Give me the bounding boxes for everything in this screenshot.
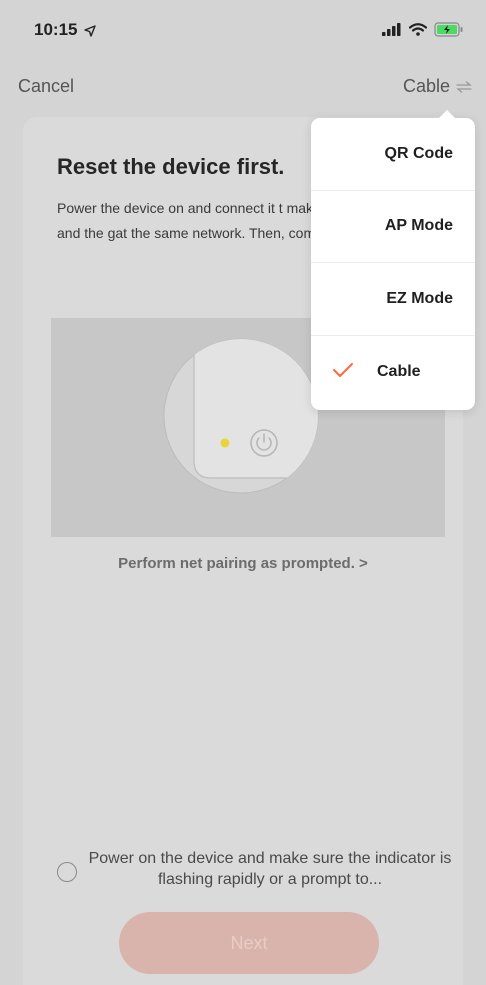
location-arrow-icon — [84, 24, 96, 37]
switch-arrows-icon — [456, 80, 472, 93]
page-title: Reset the device first. — [57, 154, 285, 179]
confirm-row[interactable]: Power on the device and make sure the in… — [55, 848, 455, 898]
menu-item-ez-mode[interactable]: EZ Mode — [311, 263, 475, 336]
menu-item-qr-code[interactable]: QR Code — [311, 118, 475, 191]
next-button[interactable]: Next — [119, 912, 379, 974]
screen: 10:15 Cancel Cable Reset the device firs… — [0, 0, 486, 985]
cancel-button[interactable]: Cancel — [18, 76, 74, 97]
menu-item-ap-mode[interactable]: AP Mode — [311, 191, 475, 263]
confirm-radio[interactable] — [57, 862, 77, 882]
wifi-icon — [409, 23, 427, 36]
battery-charging-icon — [434, 22, 463, 37]
status-time: 10:15 — [34, 20, 96, 40]
status-time-text: 10:15 — [34, 20, 78, 39]
status-bar: 10:15 — [0, 0, 486, 60]
confirm-text: Power on the device and make sure the in… — [88, 850, 452, 888]
menu-item-label: AP Mode — [384, 217, 453, 235]
mode-dropdown-menu: QR Code AP Mode EZ Mode Cable — [311, 110, 475, 410]
menu-item-label: Cable — [377, 362, 421, 380]
mode-switch-button[interactable]: Cable — [403, 76, 472, 97]
menu-item-label: EZ Mode — [386, 289, 453, 307]
net-pairing-link[interactable]: Perform net pairing as prompted. > — [0, 555, 486, 572]
menu-item-cable[interactable]: Cable — [311, 336, 475, 409]
mode-switch-label: Cable — [402, 76, 450, 96]
indicator-led — [220, 438, 230, 448]
checkmark-icon — [333, 362, 353, 377]
status-icons — [382, 22, 464, 37]
menu-item-label: QR Code — [384, 144, 453, 162]
cellular-signal-icon — [382, 23, 401, 36]
